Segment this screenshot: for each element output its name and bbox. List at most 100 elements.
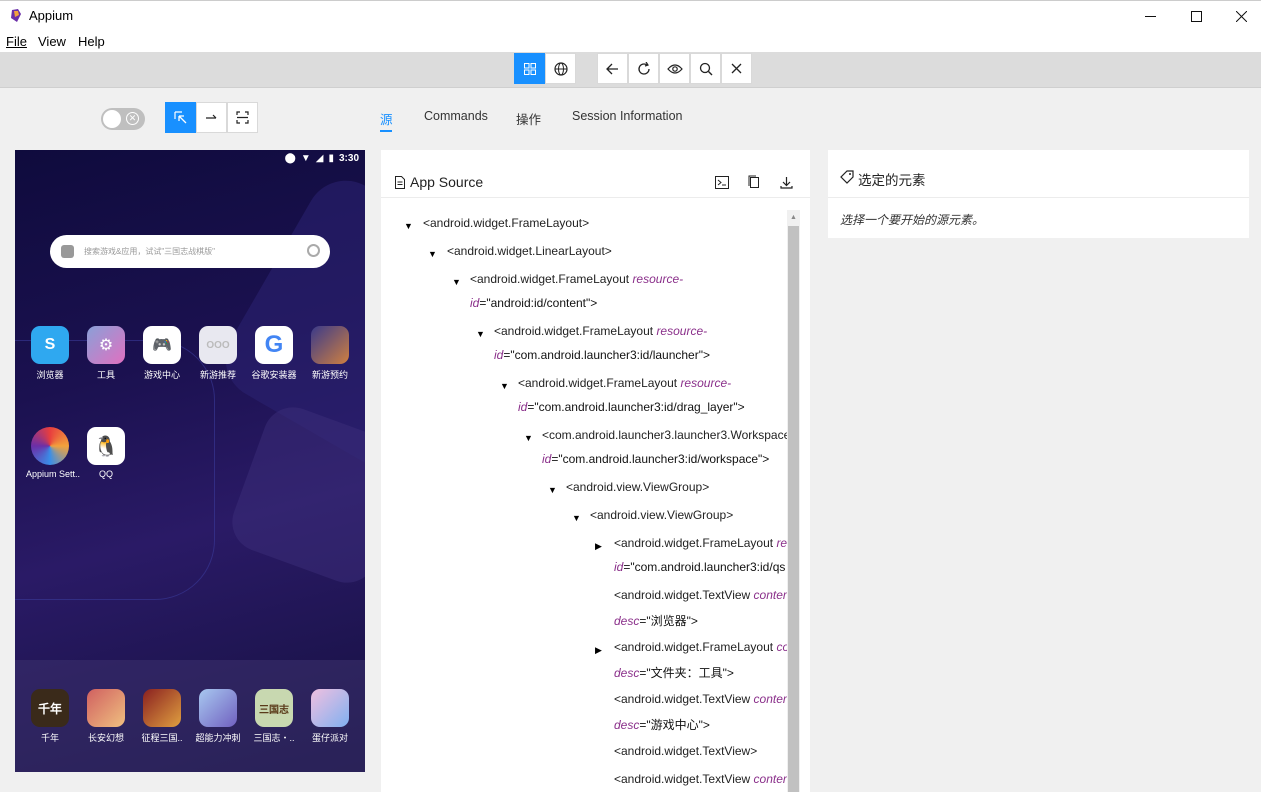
download-xml-button[interactable] (778, 174, 794, 190)
maximize-button[interactable] (1173, 1, 1219, 31)
android-status-bar: ⬤ ▼ ◢ ▮ 3:30 (285, 153, 359, 164)
caret-down-icon[interactable]: ▼ (428, 249, 437, 259)
source-tree-node[interactable]: <android.widget.LinearLayout> (447, 244, 612, 258)
app-eggy-party[interactable]: 蛋仔派对 (306, 689, 354, 744)
app-source-header: App Source (381, 150, 810, 198)
caret-down-icon[interactable]: ▼ (548, 485, 557, 495)
caret-down-icon[interactable]: ▼ (500, 381, 509, 391)
source-scrollbar[interactable]: ▲ (787, 210, 800, 792)
swipe-by-coordinates-button[interactable] (196, 102, 227, 133)
selected-element-panel: 选定的元素 选择一个要开始的源元素。 (828, 150, 1249, 238)
device-screenshot[interactable]: ⬤ ▼ ◢ ▮ 3:30 搜索游戏&应用，试试"三国志战棋版" S 浏览器 ⚙ … (15, 150, 365, 772)
copy-xml-button[interactable] (746, 174, 762, 190)
node-attribute-name: desc (614, 666, 640, 680)
selected-element-hint: 选择一个要开始的源元素。 (840, 213, 985, 227)
source-tree-node[interactable]: <android.widget.TextView> (614, 744, 757, 758)
web-mode-button[interactable] (545, 53, 576, 84)
wallpaper-shape (223, 398, 365, 592)
maximize-icon (1190, 10, 1202, 22)
refresh-button[interactable] (628, 53, 659, 84)
tab-commands[interactable]: Commands (424, 109, 488, 123)
app-google-installer[interactable]: G 谷歌安装器 (250, 326, 298, 381)
node-attribute-name: resource- (632, 272, 684, 286)
eye-icon (666, 63, 683, 74)
app-browser[interactable]: S 浏览器 (26, 326, 74, 381)
source-tree-node[interactable]: <android.widget.FrameLayout> (423, 216, 589, 230)
tap-by-coordinates-button[interactable] (227, 102, 258, 133)
node-attribute-name: id (518, 400, 528, 414)
launcher-search-bar[interactable]: 搜索游戏&应用，试试"三国志战棋版" (50, 235, 330, 268)
app-changan[interactable]: 长安幻想 (82, 689, 130, 744)
app-appium-settings[interactable]: Appium Sett.. (26, 427, 81, 479)
source-tree-node[interactable]: <android.widget.TextView conter (614, 692, 787, 706)
app-label: 超能力冲刺 (195, 733, 241, 743)
app-label: Appium Sett.. (26, 469, 81, 479)
app-zhengcheng[interactable]: 征程三国.. (138, 689, 186, 744)
source-tree-node[interactable]: <android.widget.FrameLayout re (614, 536, 787, 550)
toggle-recording-button[interactable] (659, 53, 690, 84)
back-button[interactable] (597, 53, 628, 84)
app-new-games[interactable]: OOO 新游推荐 (194, 326, 242, 381)
source-tree-node[interactable]: <android.view.ViewGroup> (566, 480, 709, 494)
globe-icon (553, 61, 568, 76)
tab-actions[interactable]: 操作 (516, 109, 541, 128)
toggle-attributes-button[interactable] (714, 174, 730, 190)
caret-down-icon[interactable]: ▼ (572, 513, 581, 523)
quit-session-button[interactable] (721, 53, 752, 84)
app-label: 谷歌安装器 (251, 370, 297, 380)
app-source-panel: App Source ▼ <android.widget.FrameLayout>… (381, 150, 810, 792)
select-elements-button[interactable] (165, 102, 196, 133)
tools-folder-icon: ⚙ (87, 326, 125, 364)
tab-session-information[interactable]: Session Information (572, 109, 682, 123)
app-label: QQ (98, 469, 113, 479)
menu-file[interactable]: File (6, 34, 27, 49)
source-tree-node[interactable]: id="android:id/content"> (470, 296, 597, 310)
wifi-icon: ▼ (300, 153, 311, 164)
copy-icon (748, 175, 759, 188)
caret-down-icon[interactable]: ▼ (452, 277, 461, 287)
source-tree-node[interactable]: desc="文件夹：工具"> (614, 664, 734, 681)
menu-help[interactable]: Help (78, 34, 105, 49)
tab-source[interactable]: 源 (380, 109, 393, 128)
node-attribute-name: re (776, 536, 787, 550)
scrollbar-thumb[interactable] (788, 226, 799, 792)
eggy-party-icon (311, 689, 349, 727)
app-label: 新游预约 (311, 370, 348, 380)
source-tree-node[interactable]: <android.widget.FrameLayout resource- (494, 324, 707, 338)
source-tree-node[interactable]: <android.widget.TextView conter (614, 772, 787, 786)
source-tree-node[interactable]: <android.widget.FrameLayout resource- (518, 376, 731, 390)
source-tree-node[interactable]: <com.android.launcher3.launcher3.Workspa… (542, 428, 787, 442)
source-tree-node[interactable]: id="com.android.launcher3:id/workspace"> (542, 452, 769, 466)
caret-down-icon[interactable]: ▼ (524, 433, 533, 443)
caret-right-icon[interactable]: ▶ (595, 541, 602, 552)
close-window-button[interactable] (1218, 1, 1261, 31)
native-app-mode-button[interactable] (514, 53, 545, 84)
node-attribute-name: id (614, 560, 624, 574)
caret-down-icon[interactable]: ▼ (476, 329, 485, 339)
app-game-reservation[interactable]: 新游预约 (306, 326, 354, 381)
app-qq[interactable]: 🐧 QQ (82, 427, 130, 479)
source-tree-node[interactable]: desc="游戏中心"> (614, 716, 710, 733)
app-label: 千年 (40, 733, 59, 743)
menu-view[interactable]: View (38, 34, 66, 49)
show-element-handles-toggle[interactable]: ✕ (101, 108, 145, 130)
app-sanguozhi[interactable]: 三国志 三国志・.. (250, 689, 298, 744)
source-tree-node[interactable]: id="com.android.launcher3:id/qs (614, 560, 785, 574)
caret-down-icon[interactable]: ▼ (404, 221, 413, 231)
app-tools-folder[interactable]: ⚙ 工具 (82, 326, 130, 381)
caret-right-icon[interactable]: ▶ (595, 645, 602, 656)
search-element-button[interactable] (690, 53, 721, 84)
source-tree-node[interactable]: id="com.android.launcher3:id/drag_layer"… (518, 400, 745, 414)
source-tree-node[interactable]: <android.widget.TextView conter (614, 588, 787, 602)
app-superpower[interactable]: 超能力冲刺 (194, 689, 242, 744)
source-tree-node[interactable]: id="com.android.launcher3:id/launcher"> (494, 348, 710, 362)
app-game-center[interactable]: 🎮 游戏中心 (138, 326, 186, 381)
app-qiannian[interactable]: 千年 千年 (26, 689, 74, 744)
source-tree-node[interactable]: desc="浏览器"> (614, 612, 698, 629)
source-tree-node[interactable]: <android.widget.FrameLayout resource- (470, 272, 683, 286)
select-cursor-icon (174, 111, 187, 124)
source-tree-node[interactable]: <android.view.ViewGroup> (590, 508, 733, 522)
minimize-button[interactable] (1127, 1, 1173, 31)
appium-logo-icon (11, 9, 21, 22)
source-tree-node[interactable]: <android.widget.FrameLayout co (614, 640, 787, 654)
